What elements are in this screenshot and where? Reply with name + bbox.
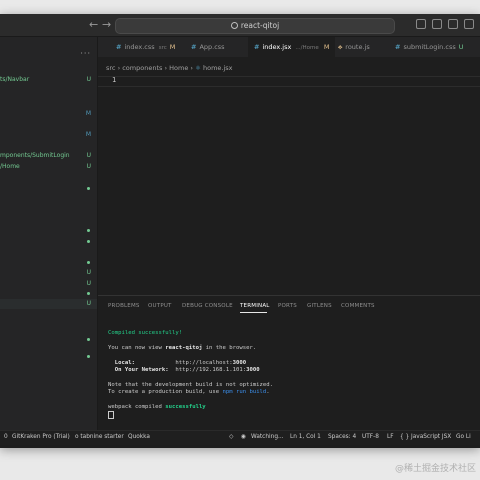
language-mode[interactable]: JavaScript JSX (411, 434, 451, 440)
search-icon (230, 22, 238, 29)
tree-item-home[interactable]: /Home U (0, 162, 97, 172)
react-file-icon: # (254, 43, 260, 51)
editor-tabs: # index.css src M # App.css # index.jsx .../… (98, 37, 480, 57)
tree-item[interactable]: U (0, 268, 97, 278)
modified-dot-icon (87, 187, 90, 190)
git-status-badge: U (86, 152, 91, 159)
modified-dot-icon (87, 292, 90, 295)
git-status-badge: U (86, 269, 91, 276)
toggle-panel-icon[interactable] (432, 19, 442, 29)
command-center-search[interactable]: react-qitoj (115, 18, 395, 34)
toggle-sidebar-icon[interactable] (416, 19, 426, 29)
tab-gitlens[interactable]: GITLENS (307, 303, 332, 309)
modified-dot-icon (87, 240, 90, 243)
git-status-badge: U (86, 76, 91, 83)
diamond-icon: ◇ (229, 434, 234, 440)
terminal-output[interactable]: Compiled successfully! You can now view … (108, 330, 273, 422)
react-file-icon: ⚛ (195, 64, 201, 72)
forward-button[interactable]: → (102, 18, 111, 32)
vscode-window: ← → react-qitoj ··· ts/Navbar U M M mpon… (0, 14, 480, 448)
explorer-header: ··· (0, 37, 97, 73)
breadcrumb: src › components › Home › ⚛ home.jsx (106, 64, 233, 72)
git-status-badge: U (86, 280, 91, 287)
tree-item-label: /Home (0, 163, 20, 170)
tree-item-label: mponents/SubmitLogin (0, 152, 70, 159)
tab-terminal[interactable]: TERMINAL (240, 303, 270, 309)
css-file-icon: # (191, 43, 197, 51)
tab-output[interactable]: OUTPUT (148, 303, 172, 309)
tab-route-js[interactable]: ⟡ route.js (338, 37, 370, 57)
git-branch-indicator[interactable]: 0 (4, 434, 8, 440)
indentation[interactable]: Spaces: 4 (328, 434, 356, 440)
modified-dot-icon (87, 261, 90, 264)
gitkraken-status[interactable]: GitKraken Pro (Trial) (12, 434, 70, 440)
tab-app-css[interactable]: # App.css (191, 37, 225, 57)
modified-dot-icon (87, 229, 90, 232)
search-label: react-qitoj (240, 21, 280, 30)
css-file-icon: # (395, 43, 401, 51)
braces-icon: { } (400, 434, 410, 440)
bottom-panel: PROBLEMS OUTPUT DEBUG CONSOLE TERMINAL P… (98, 295, 480, 430)
tab-submitlogin-css[interactable]: # submitLogin.css U (395, 37, 464, 57)
git-status-badge: M (85, 131, 91, 138)
tab-index-css[interactable]: # index.css src M (116, 37, 175, 57)
tree-item[interactable]: M (0, 109, 97, 119)
toggle-secondary-sidebar-icon[interactable] (448, 19, 458, 29)
explorer-sidebar: ··· ts/Navbar U M M mponents/SubmitLogin… (0, 37, 98, 444)
active-tab-underline (240, 312, 267, 313)
css-file-icon: # (116, 43, 122, 51)
status-bar: 0 GitKraken Pro (Trial) o tabnine starte… (0, 430, 480, 445)
more-actions-icon[interactable]: ··· (80, 49, 91, 58)
tree-item[interactable]: U (0, 279, 97, 289)
tab-index-jsx[interactable]: # index.jsx .../Home M (248, 37, 336, 57)
line-ending[interactable]: LF (387, 434, 394, 440)
git-status-badge: M (85, 110, 91, 117)
quokka-status[interactable]: Quokka (128, 434, 150, 440)
go-live-button[interactable]: Go Li (456, 434, 471, 440)
terminal-cursor (108, 411, 114, 420)
tab-debug-console[interactable]: DEBUG CONSOLE (182, 303, 233, 309)
git-status-badge: U (86, 300, 91, 307)
cursor-position[interactable]: Ln 1, Col 1 (290, 434, 321, 440)
current-line-highlight (98, 76, 480, 87)
customize-layout-icon[interactable] (464, 19, 474, 29)
encoding[interactable]: UTF-8 (362, 434, 379, 440)
title-bar: ← → react-qitoj (0, 14, 480, 37)
line-number: 1 (112, 76, 117, 84)
eye-icon: ◉ (241, 434, 247, 440)
tree-item-navbar[interactable]: ts/Navbar U (0, 75, 97, 85)
watermark: @稀土掘金技术社区 (394, 464, 476, 474)
watching-status[interactable]: Watching... (251, 434, 284, 440)
js-file-icon: ⟡ (338, 43, 343, 51)
tab-ports[interactable]: PORTS (278, 303, 297, 309)
modified-dot-icon (87, 355, 90, 358)
tab-comments[interactable]: COMMENTS (341, 303, 375, 309)
tabnine-status[interactable]: o tabnine starter (75, 434, 124, 440)
tree-item-selected[interactable]: U (0, 299, 97, 309)
tree-item-label: ts/Navbar (0, 76, 30, 83)
back-button[interactable]: ← (89, 18, 98, 32)
git-status-badge: U (86, 163, 91, 170)
tree-item[interactable]: M (0, 130, 97, 140)
tab-problems[interactable]: PROBLEMS (108, 303, 140, 309)
modified-dot-icon (87, 338, 90, 341)
tree-item-submitlogin[interactable]: mponents/SubmitLogin U (0, 151, 97, 161)
